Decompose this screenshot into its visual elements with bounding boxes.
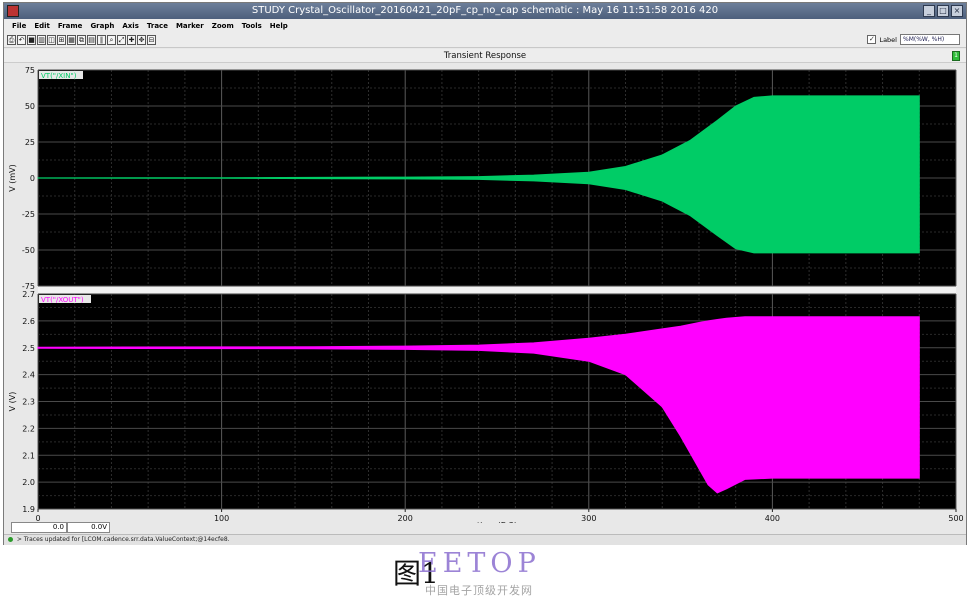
y-tick-label: -50 <box>22 246 35 255</box>
menu-marker[interactable]: Marker <box>172 19 208 33</box>
bars-icon[interactable]: ∥ <box>97 35 106 45</box>
watermark-logo: EETOP <box>418 548 541 579</box>
minimize-button[interactable]: _ <box>923 5 935 17</box>
grid-icon[interactable]: ⊞ <box>57 35 66 45</box>
menu-graph[interactable]: Graph <box>86 19 118 33</box>
menu-trace[interactable]: Trace <box>143 19 172 33</box>
table-icon[interactable]: ▦ <box>67 35 76 45</box>
fit-icon[interactable]: ⤢ <box>117 35 126 45</box>
y-tick-label: 2.0 <box>22 478 35 487</box>
title-bar[interactable]: STUDY Crystal_Oscillator_20160421_20pF_c… <box>4 3 966 19</box>
label-checkbox[interactable]: ✓ <box>867 35 877 44</box>
menu-tools[interactable]: Tools <box>238 19 266 33</box>
waveform-plot[interactable]: 7550250-25-50-75V (mV)VT("/XIN")2.72.62.… <box>4 63 966 523</box>
menu-zoom[interactable]: Zoom <box>208 19 238 33</box>
y-tick-label: 0 <box>30 174 35 183</box>
menu-file[interactable]: File <box>8 19 30 33</box>
cross-icon[interactable]: ✚ <box>127 35 136 45</box>
unzoom-icon[interactable]: ⊟ <box>147 35 156 45</box>
window-title: STUDY Crystal_Oscillator_20160421_20pF_c… <box>251 5 719 16</box>
watermark-subtitle: 中国电子顶级开发网 <box>425 584 533 597</box>
y-tick-label: -25 <box>22 210 35 219</box>
close-button[interactable]: × <box>951 5 963 17</box>
status-led-icon <box>8 537 13 542</box>
toolbar: ⎙ ↶ ■ ▥ ◫ ⊞ ▦ ⧉ ▤ ∥ ⌕ ⤢ ✚ ✥ ⊟ ✓ Label <box>4 33 966 48</box>
x-coordinate-field[interactable]: 0.0 <box>11 522 67 533</box>
label-format-input[interactable] <box>900 34 960 45</box>
y-tick-label: 75 <box>25 66 35 75</box>
menu-axis[interactable]: Axis <box>118 19 143 33</box>
maximize-button[interactable]: □ <box>937 5 949 17</box>
chart-title: Transient Response <box>4 49 966 63</box>
panel-splitter[interactable] <box>38 287 956 293</box>
menu-frame[interactable]: Frame <box>54 19 87 33</box>
menu-bar: File Edit Frame Graph Axis Trace Marker … <box>4 19 966 33</box>
y-tick-label: 2.3 <box>22 398 35 407</box>
menu-edit[interactable]: Edit <box>30 19 54 33</box>
y-axis-label: V (V) <box>8 392 17 412</box>
strip-icon[interactable]: ▤ <box>87 35 96 45</box>
print-icon[interactable]: ⎙ <box>7 35 16 45</box>
undo-icon[interactable]: ↶ <box>17 35 26 45</box>
status-bar: > Traces updated for [LCOM.cadence.srr.d… <box>4 534 966 545</box>
y-tick-label: 1.9 <box>22 505 35 514</box>
y-coordinate-field[interactable]: 0.0V <box>67 522 110 533</box>
subwindow-indicator[interactable]: 1 <box>952 51 960 61</box>
status-text: > Traces updated for [LCOM.cadence.srr.d… <box>16 536 230 543</box>
app-icon <box>7 5 19 17</box>
trace-legend-label[interactable]: VT("/XOUT") <box>41 296 84 304</box>
window-controls: _ □ × <box>923 5 963 17</box>
split-icon[interactable]: ◫ <box>47 35 56 45</box>
y-tick-label: 2.2 <box>22 424 35 433</box>
zoom-icon[interactable]: ⌕ <box>107 35 116 45</box>
trace-legend-label[interactable]: VT("/XIN") <box>41 72 77 80</box>
label-control: ✓ Label <box>867 34 960 45</box>
waveform-window: STUDY Crystal_Oscillator_20160421_20pF_c… <box>3 2 967 545</box>
pan-icon[interactable]: ✥ <box>137 35 146 45</box>
menu-help[interactable]: Help <box>266 19 292 33</box>
stop-icon[interactable]: ■ <box>27 35 36 45</box>
layout-icon[interactable]: ▥ <box>37 35 46 45</box>
new-window-icon[interactable]: ⧉ <box>77 35 86 45</box>
coordinate-bar: 0.0 0.0V <box>4 522 966 534</box>
y-tick-label: 2.6 <box>22 317 35 326</box>
y-tick-label: 25 <box>25 138 35 147</box>
y-axis-label: V (mV) <box>8 164 17 192</box>
y-tick-label: 50 <box>25 102 35 111</box>
label-text: Label <box>879 35 897 44</box>
y-tick-label: 2.7 <box>22 290 35 299</box>
y-tick-label: 2.5 <box>22 344 35 353</box>
y-tick-label: 2.4 <box>22 371 35 380</box>
y-tick-label: 2.1 <box>22 451 35 460</box>
toolbar-icons: ⎙ ↶ ■ ▥ ◫ ⊞ ▦ ⧉ ▤ ∥ ⌕ ⤢ ✚ ✥ ⊟ <box>7 35 156 45</box>
